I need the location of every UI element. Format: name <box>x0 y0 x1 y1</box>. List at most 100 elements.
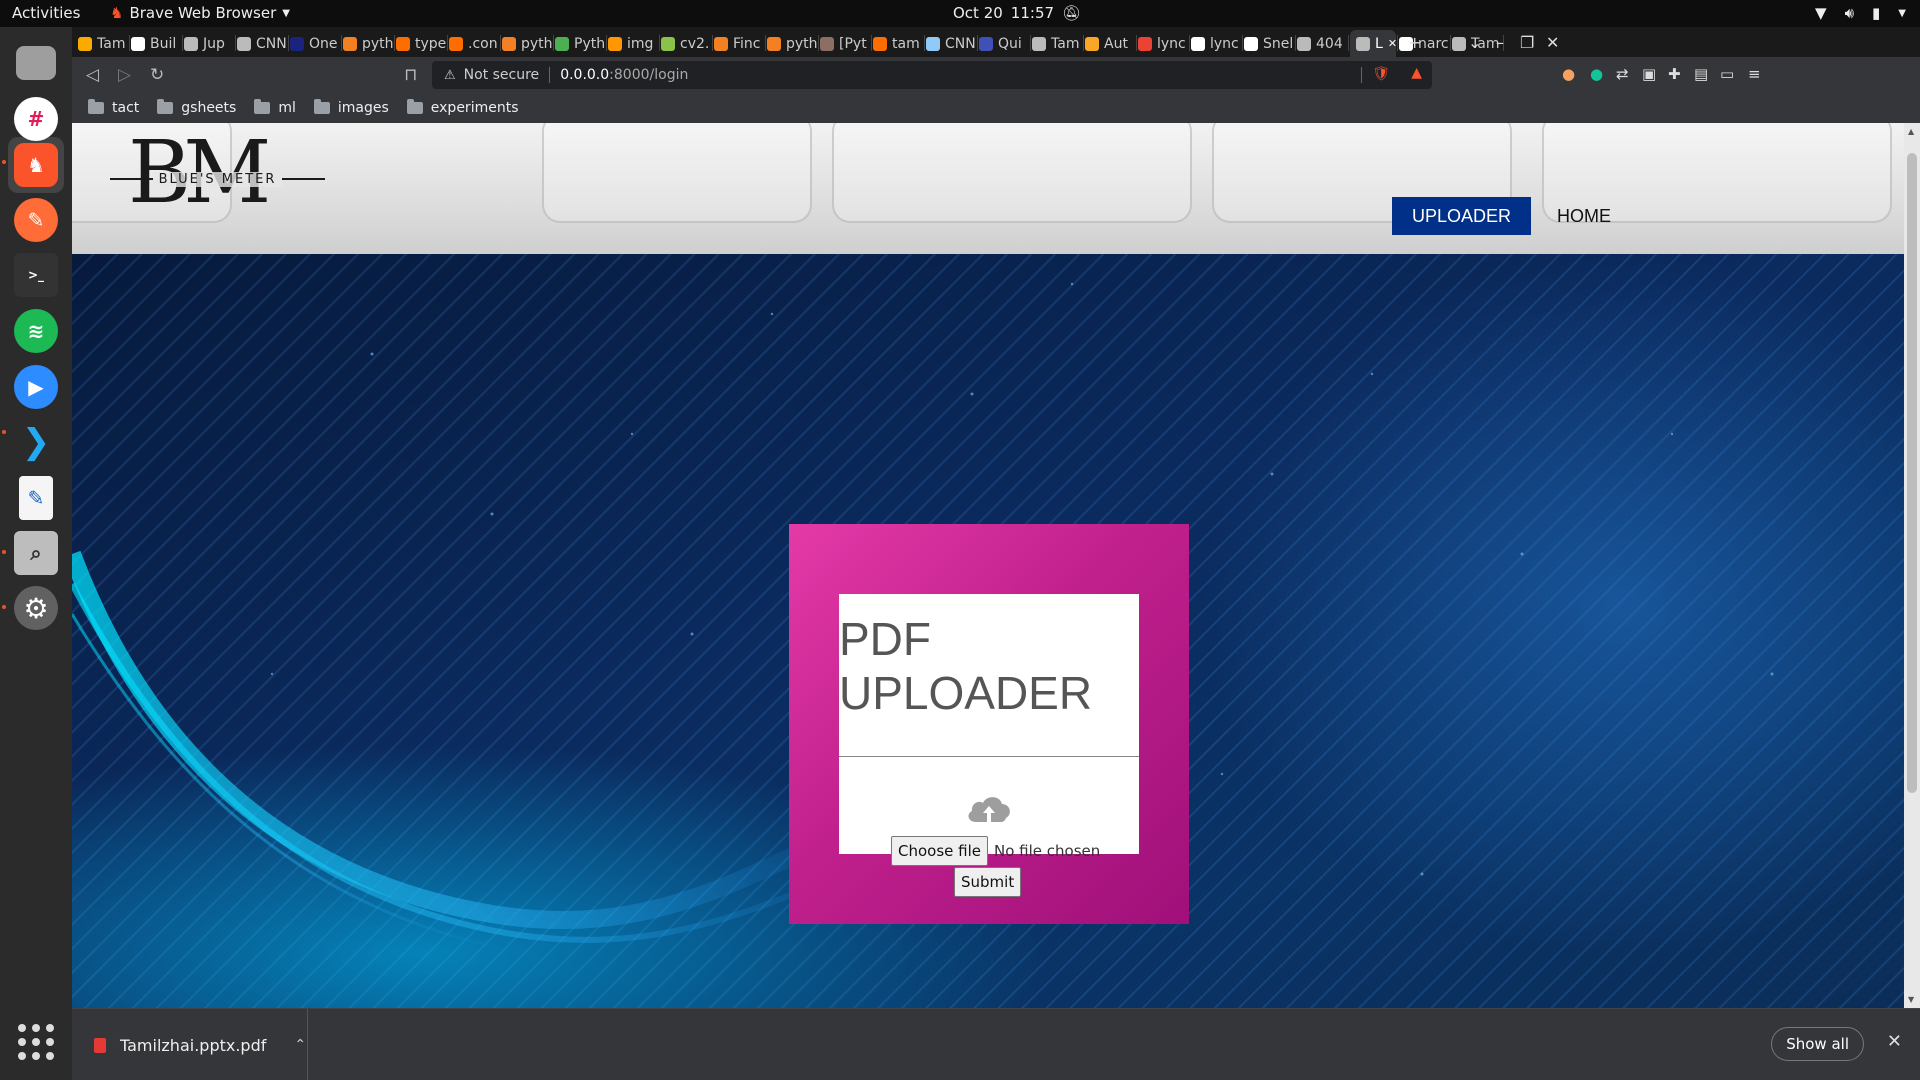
tab-18[interactable]: Tam <box>1032 30 1082 57</box>
tab-favicon-icon <box>1244 36 1258 51</box>
page-scrollbar[interactable]: ▲ ▼ <box>1904 123 1920 1008</box>
close-icon[interactable]: ✕ <box>1887 1031 1902 1052</box>
tab-favicon-icon <box>1138 36 1152 51</box>
tab-9[interactable]: Pyth <box>555 30 605 57</box>
tab-23[interactable]: 404 <box>1297 30 1347 57</box>
submit-button[interactable]: Submit <box>954 867 1022 897</box>
site-header: BM BLUE'S METER UPLOADER HOME <box>72 123 1904 254</box>
dock-postman[interactable]: ✎ <box>8 192 64 248</box>
tab-11[interactable]: cv2. <box>661 30 711 57</box>
tab-label: Snel <box>1263 35 1294 52</box>
tab-6[interactable]: type <box>396 30 446 57</box>
dock-zoom[interactable]: ▶ <box>8 359 64 415</box>
address-bar[interactable]: ⚠ Not secure 0.0.0.0 :8000/login 🛡︎ ▲ <box>432 61 1432 89</box>
tab-1[interactable]: Buil <box>131 30 181 57</box>
tab-favicon-icon <box>714 36 728 51</box>
tab-24[interactable]: L ✕ <box>1350 30 1396 57</box>
extension-l-icon[interactable]: ▣ <box>1642 65 1656 83</box>
tab-10[interactable]: img <box>608 30 658 57</box>
tab-19[interactable]: Aut <box>1085 30 1135 57</box>
tab-14[interactable]: [Pyt <box>820 30 870 57</box>
tab-favicon-icon <box>396 36 410 51</box>
sidebar-icon[interactable]: ▤ <box>1694 65 1708 83</box>
show-applications-button[interactable] <box>18 1024 54 1060</box>
chevron-up-icon[interactable]: ⌃ <box>294 1037 306 1053</box>
restore-icon[interactable]: ❐ <box>1520 33 1534 52</box>
bookmark-icon[interactable]: ⊓ <box>404 65 417 85</box>
dock-text-editor[interactable]: ✎ <box>8 470 64 526</box>
scroll-down-icon[interactable]: ▼ <box>1908 995 1914 1004</box>
show-all-button[interactable]: Show all <box>1771 1027 1864 1061</box>
tab-label: .con <box>468 35 498 52</box>
bookmark-label: tact <box>112 100 140 116</box>
dock-spotify[interactable]: ≋ <box>8 303 64 359</box>
system-tray[interactable]: ▼ 🔊︎ ▮ ▼ <box>1815 4 1906 22</box>
file-input[interactable]: Choose file No file chosen <box>891 836 1100 866</box>
download-item[interactable]: Tamilzhai.pptx.pdf ⌃ <box>72 1009 308 1080</box>
tab-0[interactable]: Tam <box>78 30 128 57</box>
tab-25[interactable]: narc <box>1399 30 1449 57</box>
wallet-icon[interactable]: ▭ <box>1720 65 1734 83</box>
tab-label: Aut <box>1104 35 1128 52</box>
tab-22[interactable]: Snel <box>1244 30 1294 57</box>
menu-icon[interactable]: ≡ <box>1748 65 1761 83</box>
tab-search-icon[interactable]: ⌄ <box>1468 33 1481 52</box>
tab-20[interactable]: lync <box>1138 30 1188 57</box>
tab-favicon-icon <box>1191 36 1205 51</box>
tab-2[interactable]: Jup <box>184 30 234 57</box>
brave-shields-icon[interactable]: 🛡︎ <box>1372 66 1390 82</box>
app-menu[interactable]: ♞ Brave Web Browser ▼ <box>110 4 290 22</box>
extension-fox-icon[interactable]: ● <box>1562 65 1575 83</box>
tab-7[interactable]: .con <box>449 30 499 57</box>
dock-image-viewer[interactable]: ⌕ <box>8 525 64 581</box>
tab-13[interactable]: pyth <box>767 30 817 57</box>
tab-favicon-icon <box>1297 36 1311 51</box>
site-logo[interactable]: BM BLUE'S METER <box>110 123 326 223</box>
bookmark-folder-0[interactable]: tact <box>88 99 140 116</box>
dock-files[interactable] <box>8 35 64 91</box>
wifi-icon: ▼ <box>1815 4 1827 22</box>
reload-icon[interactable]: ↻ <box>150 65 164 85</box>
dock-brave[interactable]: ♞ <box>8 137 64 193</box>
nav-home[interactable]: HOME <box>1537 197 1631 235</box>
dock-settings[interactable]: ⚙ <box>8 580 64 636</box>
tab-12[interactable]: Finc <box>714 30 764 57</box>
bookmark-folder-4[interactable]: experiments <box>406 99 519 116</box>
bookmark-folder-3[interactable]: images <box>313 99 389 116</box>
extensions-puzzle-icon[interactable]: ✚ <box>1668 65 1681 83</box>
new-tab-icon[interactable]: + <box>1408 33 1421 52</box>
choose-file-button[interactable]: Choose file <box>891 836 988 866</box>
dock-vscode[interactable]: ❯ <box>8 414 64 470</box>
forward-icon[interactable]: ▷ <box>118 65 131 85</box>
grammarly-icon[interactable]: ● <box>1590 65 1603 83</box>
clock[interactable]: Oct 20 11:57 🔕︎ <box>953 4 1081 22</box>
tab-3[interactable]: CNN <box>237 30 287 57</box>
browser-toolbar: ◁ ▷ ↻ ⊓ ⚠ Not secure 0.0.0.0 :8000/login… <box>72 57 1920 93</box>
tab-17[interactable]: Qui <box>979 30 1029 57</box>
sync-icon[interactable]: ⇄ <box>1616 65 1629 83</box>
tab-8[interactable]: pyth <box>502 30 552 57</box>
folder-icon <box>88 99 104 114</box>
running-indicator <box>2 160 6 164</box>
brave-rewards-icon[interactable]: ▲ <box>1411 65 1422 81</box>
back-icon[interactable]: ◁ <box>86 65 99 85</box>
scrollbar-thumb[interactable] <box>1907 153 1917 793</box>
tab-close-icon[interactable]: ✕ <box>1388 37 1396 50</box>
scroll-up-icon[interactable]: ▲ <box>1908 127 1914 136</box>
dock-terminal[interactable]: >_ <box>8 247 64 303</box>
upload-panel: PDF UPLOADER <box>839 594 1139 854</box>
tab-21[interactable]: lync <box>1191 30 1241 57</box>
minimize-icon[interactable]: – <box>1496 33 1504 52</box>
tab-15[interactable]: tam <box>873 30 923 57</box>
settings-gear-icon: ⚙ <box>14 586 58 630</box>
close-window-icon[interactable]: ✕ <box>1546 33 1559 52</box>
tab-5[interactable]: pyth <box>343 30 393 57</box>
bookmark-folder-2[interactable]: ml <box>254 99 296 116</box>
tab-4[interactable]: One <box>290 30 340 57</box>
nav-uploader[interactable]: UPLOADER <box>1392 197 1532 235</box>
time-label: 11:57 <box>1010 4 1055 22</box>
tab-16[interactable]: CNN <box>926 30 976 57</box>
tab-label: narc <box>1418 35 1449 52</box>
bookmark-folder-1[interactable]: gsheets <box>157 99 236 116</box>
activities-button[interactable]: Activities <box>12 4 80 22</box>
